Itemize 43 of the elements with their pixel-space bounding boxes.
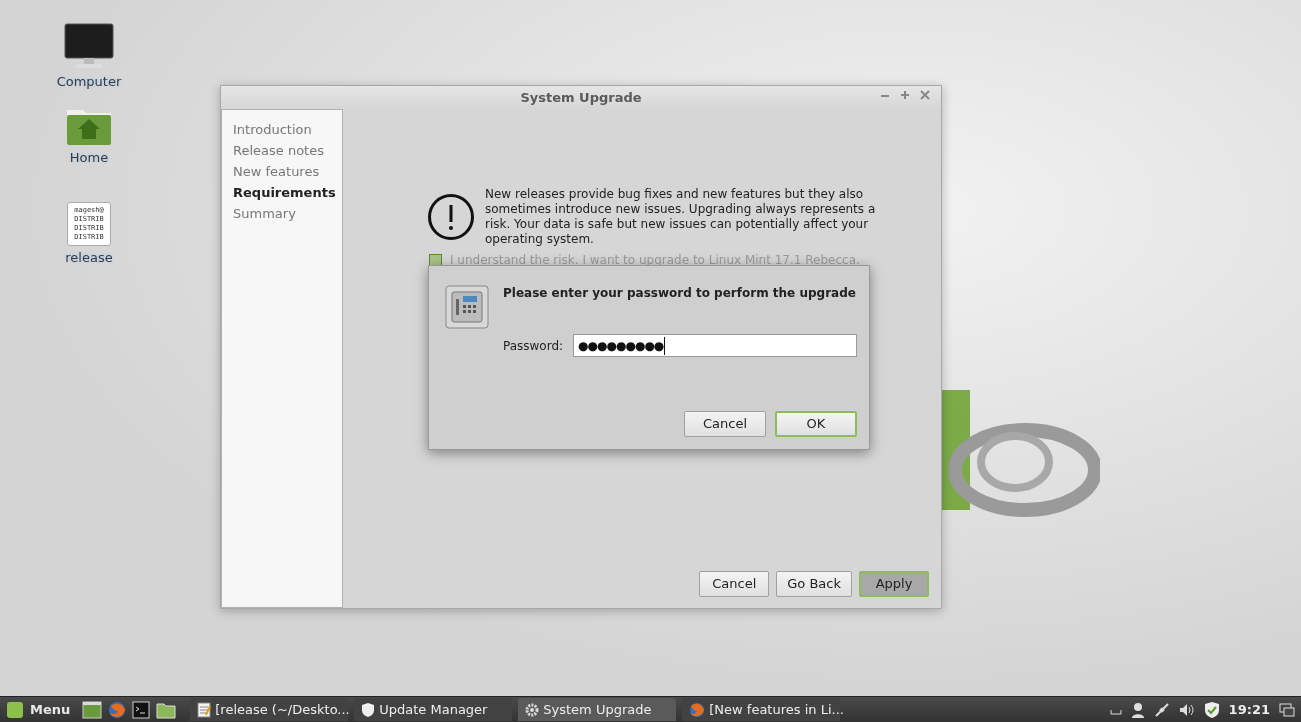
show-desktop-icon[interactable] [82,700,103,719]
sidebar-item[interactable]: Summary [233,205,342,222]
sidebar-item[interactable]: Release notes [233,142,342,159]
desktop-icon-label[interactable]: Computer [56,72,122,92]
safe-keypad-icon [445,285,489,329]
clock[interactable]: 19:21 [1228,699,1270,720]
folder-icon[interactable] [156,700,177,719]
network-icon[interactable] [1153,701,1170,718]
user-icon[interactable] [1130,701,1145,718]
window-title: System Upgrade [520,88,642,107]
browser-icon[interactable] [108,700,127,719]
sidebar-item[interactable]: New features [233,163,342,180]
monitor-icon [64,22,114,70]
dialog-button[interactable]: Go Back [776,571,852,597]
close-icon[interactable] [919,89,931,101]
taskbar-window-button[interactable]: [release (~/Deskto... [190,698,349,721]
terminal-icon[interactable] [132,700,151,719]
sidebar-item[interactable]: Requirements [233,184,342,201]
text-editor-icon [197,701,212,718]
field-label: Password: [503,337,564,355]
shield-check-icon[interactable] [1203,700,1220,719]
gear-icon [525,702,540,717]
mint-logo-icon [7,701,23,718]
taskbar-window-button[interactable]: Update Manager [354,698,513,721]
menu-button[interactable]: Menu [0,697,83,722]
dialog-button[interactable]: OK [775,411,857,437]
dialog-button[interactable]: Apply [859,571,929,597]
dialog-button[interactable]: Cancel [699,571,770,597]
taskbar-window-button[interactable]: System Upgrade [518,698,677,721]
maximize-icon[interactable] [899,89,911,101]
desktop-icon-label[interactable]: release [65,248,113,268]
dialog-message: Please enter your password to perform the upgrade [503,285,857,302]
warning-message: New releases provide bug fixes and new features but they also sometimes introduce new issues. Upgrading always represents a risk. Your data is safe but new issues can potentially affect your operating system. [485,187,877,247]
browser-icon [689,701,706,718]
shield-icon [361,701,376,718]
warning-icon [427,193,475,241]
taskbar-window-button[interactable]: [New features in Li... [682,698,841,721]
sidebar-item[interactable]: Introduction [233,121,342,138]
password-field[interactable]: ●●●●●●●●● [573,334,858,357]
desktop-icon-label[interactable]: Home [69,148,109,168]
volume-icon[interactable] [1178,702,1195,717]
windows-icon[interactable] [1279,702,1295,717]
dialog-button[interactable]: Cancel [684,411,766,437]
